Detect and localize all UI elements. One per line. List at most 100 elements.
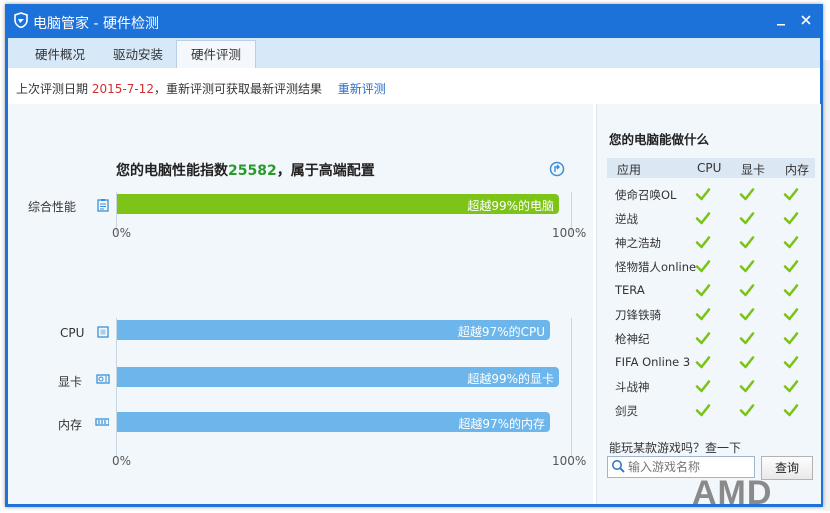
- query-label: 能玩某款游戏吗？查一下: [609, 441, 742, 455]
- game-name: 枪神纪: [615, 332, 650, 346]
- tab-driver-install[interactable]: 驱动安装: [100, 41, 176, 68]
- close-icon[interactable]: [798, 12, 814, 28]
- memory-bar-track: 超越97%的内存: [117, 412, 563, 432]
- last-evaluation-info: 上次评测日期 2015-7-12，重新评测可获取最新评测结果 重新评测: [16, 80, 386, 97]
- last-eval-suffix: ，重新评测可获取最新评测结果: [153, 82, 322, 96]
- gpu-check-icon: [739, 308, 755, 321]
- gpu-check-icon: [739, 284, 755, 297]
- gpu-check-icon: [739, 332, 755, 345]
- cpu-check-icon: [695, 356, 711, 369]
- col-memory: 内存: [785, 163, 810, 177]
- cpu-check-icon: [695, 284, 711, 297]
- game-compatibility-panel: 您的电脑能做什么 应用 CPU 显卡 内存 使命召唤OL 逆战神之浩劫怪物猎人on…: [596, 104, 821, 504]
- overall-axis-min: 0%: [112, 226, 132, 240]
- cpu-check-icon: [695, 236, 711, 249]
- game-name: 刀锋铁骑: [615, 308, 661, 322]
- game-row: 逆战: [607, 206, 815, 230]
- cpu-label: CPU: [60, 326, 85, 340]
- cpu-bar-track: 超越97%的CPU: [117, 320, 563, 340]
- gpu-check-icon: [739, 212, 755, 225]
- compatibility-title: 您的电脑能做什么: [609, 132, 710, 147]
- game-name: 怪物猎人online: [615, 260, 697, 274]
- cpu-icon: [97, 326, 109, 338]
- gpu-check-icon: [739, 404, 755, 417]
- overall-bar: 超越99%的电脑: [117, 194, 559, 214]
- memory-icon: [95, 418, 109, 426]
- content-area: 上次评测日期 2015-7-12，重新评测可获取最新评测结果 重新评测 您的电脑…: [8, 68, 821, 504]
- overall-label: 综合性能: [28, 200, 77, 214]
- col-cpu: CPU: [697, 161, 722, 175]
- title-bar: 电脑管家 - 硬件检测: [5, 4, 823, 38]
- window-title: 电脑管家 - 硬件检测: [33, 16, 159, 32]
- game-row: 使命召唤OL: [607, 182, 815, 206]
- gpu-bar-text: 超越99%的显卡: [467, 372, 554, 386]
- game-row: 剑灵: [607, 398, 815, 422]
- clipboard-icon: [97, 199, 109, 212]
- components-axis-end: [571, 318, 572, 456]
- game-row: 怪物猎人online: [607, 254, 815, 278]
- game-name: 使命召唤OL: [615, 188, 677, 202]
- headline-suffix: ，属于高端配置: [276, 163, 375, 179]
- col-app: 应用: [617, 163, 642, 177]
- cpu-bar-text: 超越97%的CPU: [457, 325, 545, 339]
- last-eval-date: 2015-7-12: [91, 82, 154, 96]
- game-row: FIFA Online 3: [607, 350, 815, 374]
- gpu-check-icon: [739, 380, 755, 393]
- memory-check-icon: [783, 332, 799, 345]
- compatibility-header: 应用 CPU 显卡 内存: [607, 158, 815, 178]
- cpu-check-icon: [695, 212, 711, 225]
- game-row: 刀锋铁骑: [607, 302, 815, 326]
- cpu-check-icon: [695, 260, 711, 273]
- game-name: TERA: [615, 283, 645, 297]
- minimize-icon[interactable]: [773, 12, 789, 28]
- game-name: 剑灵: [615, 404, 638, 418]
- cpu-check-icon: [695, 332, 711, 345]
- memory-check-icon: [783, 284, 799, 297]
- hardware-detection-window: 电脑管家 - 硬件检测 硬件概况 驱动安装 硬件评测 上次评测日期 2015-7…: [5, 4, 823, 507]
- gpu-check-icon: [739, 188, 755, 201]
- performance-headline: 您的电脑性能指数25582，属于高端配置: [116, 160, 375, 180]
- components-axis-min: 0%: [112, 454, 132, 468]
- memory-check-icon: [783, 404, 799, 417]
- components-axis-max: 100%: [552, 454, 587, 468]
- game-name: FIFA Online 3: [615, 355, 691, 369]
- overall-axis-max: 100%: [552, 226, 587, 240]
- game-row: 斗战神: [607, 374, 815, 398]
- cpu-check-icon: [695, 380, 711, 393]
- memory-check-icon: [783, 236, 799, 249]
- performance-score: 25582: [228, 163, 277, 179]
- gpu-bar-track: 超越99%的显卡: [117, 367, 563, 387]
- gpu-check-icon: [739, 260, 755, 273]
- overall-bar-track: 超越99%的电脑: [117, 194, 563, 214]
- memory-check-icon: [783, 188, 799, 201]
- game-name: 神之浩劫: [615, 236, 661, 250]
- game-name: 斗战神: [615, 380, 650, 394]
- share-icon[interactable]: [549, 161, 565, 177]
- memory-check-icon: [783, 356, 799, 369]
- background-strip: [823, 60, 830, 511]
- tab-bar: 硬件概况 驱动安装 硬件评测: [8, 38, 820, 68]
- memory-check-icon: [783, 212, 799, 225]
- tab-hardware-overview[interactable]: 硬件概况: [22, 41, 98, 68]
- last-eval-prefix: 上次评测日期: [16, 82, 89, 96]
- performance-panel: 您的电脑性能指数25582，属于高端配置 综合性能 超越99%的电脑 0% 10…: [8, 104, 593, 504]
- search-icon: [612, 460, 625, 473]
- cpu-bar: 超越97%的CPU: [117, 320, 550, 340]
- reevaluate-link[interactable]: 重新评测: [338, 82, 386, 96]
- gpu-bar: 超越99%的显卡: [117, 367, 559, 387]
- memory-bar: 超越97%的内存: [117, 412, 550, 432]
- gpu-check-icon: [739, 356, 755, 369]
- tab-hardware-evaluation[interactable]: 硬件评测: [176, 40, 256, 68]
- gpu-label: 显卡: [58, 375, 83, 389]
- memory-check-icon: [783, 308, 799, 321]
- game-row: 神之浩劫: [607, 230, 815, 254]
- game-row: 枪神纪: [607, 326, 815, 350]
- cpu-check-icon: [695, 188, 711, 201]
- game-name: 逆战: [615, 212, 638, 226]
- gpu-check-icon: [739, 236, 755, 249]
- cpu-check-icon: [695, 308, 711, 321]
- memory-check-icon: [783, 380, 799, 393]
- cpu-check-icon: [695, 404, 711, 417]
- memory-check-icon: [783, 260, 799, 273]
- memory-label: 内存: [58, 418, 83, 432]
